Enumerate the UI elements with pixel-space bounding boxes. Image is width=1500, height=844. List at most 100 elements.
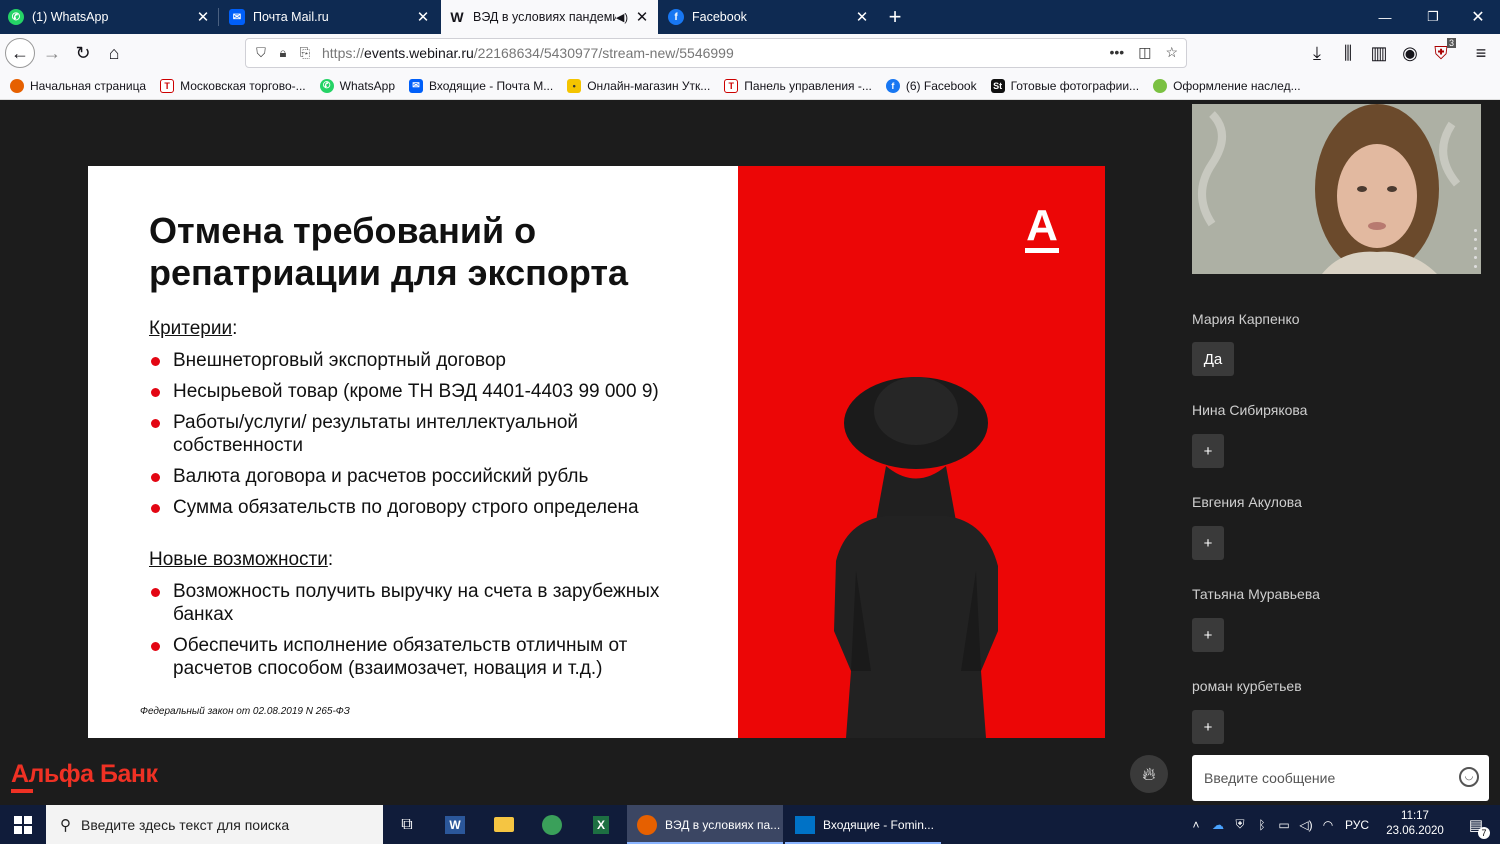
reaction-fire-button[interactable]: 🔥︎ bbox=[1130, 755, 1168, 793]
participant-action-button[interactable]: + bbox=[1192, 710, 1224, 744]
menu-icon[interactable]: ≡ bbox=[1466, 38, 1496, 68]
lock-icon[interactable]: 🔒︎ bbox=[272, 45, 294, 61]
library-icon[interactable]: ⫼ bbox=[1333, 38, 1363, 68]
tab-webinar[interactable]: W ВЭД в условиях пандеми ◀) ✕ bbox=[441, 0, 658, 34]
windows-taskbar: ⚲ Введите здесь текст для поиска ⧉ W X В… bbox=[0, 805, 1500, 844]
bookmark-item[interactable]: • Онлайн-магазин Утк... bbox=[567, 78, 710, 93]
participant-action-button[interactable]: + bbox=[1192, 618, 1224, 652]
battery-icon[interactable]: ▭ bbox=[1273, 818, 1295, 832]
close-icon[interactable]: ✕ bbox=[415, 8, 431, 26]
notifications-icon[interactable]: ▤ 7 bbox=[1452, 805, 1500, 844]
minimize-icon[interactable]: — bbox=[1362, 0, 1408, 34]
firefox-icon bbox=[637, 814, 657, 835]
home-icon[interactable]: ⌂ bbox=[99, 38, 129, 68]
participant-name: Нина Сибирякова bbox=[1192, 402, 1308, 418]
list-item: Валюта договора и расчетов российский ру… bbox=[149, 465, 709, 488]
participant-name: роман курбетьев bbox=[1192, 678, 1302, 694]
defender-icon[interactable]: ⛨ bbox=[1229, 817, 1251, 832]
downloads-icon[interactable]: ⤓ bbox=[1302, 38, 1332, 68]
criteria-heading: Критерии: bbox=[149, 318, 238, 339]
emoji-icon[interactable]: ◡ bbox=[1459, 767, 1479, 787]
whatsapp-icon: ✆ bbox=[8, 9, 24, 25]
utkonos-icon: • bbox=[567, 78, 582, 93]
taskbar-app-firefox[interactable]: ВЭД в условиях па... bbox=[627, 805, 783, 844]
close-icon[interactable]: ✕ bbox=[854, 8, 870, 26]
man-in-hat-illustration bbox=[834, 377, 998, 738]
excel-icon[interactable]: X bbox=[577, 805, 625, 844]
participant-action-button[interactable]: + bbox=[1192, 526, 1224, 560]
ublock-icon[interactable]: ⛨ 3 bbox=[1426, 38, 1456, 68]
participant-name: Мария Карпенко bbox=[1192, 311, 1300, 327]
bookmark-item[interactable]: f (6) Facebook bbox=[885, 78, 977, 93]
language-indicator[interactable]: РУС bbox=[1339, 818, 1375, 832]
chat-message-input[interactable]: Введите сообщение ◡ bbox=[1192, 755, 1489, 801]
speaker-icon[interactable]: ◀) bbox=[616, 11, 628, 24]
account-icon[interactable]: ◉ bbox=[1395, 38, 1425, 68]
list-item: Возможность получить выручку на счета в … bbox=[149, 580, 689, 626]
bookmark-item[interactable]: T Панель управления -... bbox=[724, 78, 872, 93]
tab-whatsapp[interactable]: ✆ (1) WhatsApp ✕ bbox=[0, 0, 219, 34]
fire-icon: 🔥︎ bbox=[1142, 763, 1156, 784]
bluetooth-icon[interactable]: ᛒ bbox=[1251, 818, 1273, 832]
close-icon[interactable]: ✕ bbox=[634, 8, 650, 26]
browser-globe-icon[interactable] bbox=[528, 805, 576, 844]
new-tab-icon[interactable]: + bbox=[885, 4, 905, 30]
bookmark-star-icon[interactable]: ☆ bbox=[1165, 44, 1178, 61]
tab-strip: ✆ (1) WhatsApp ✕ ✉ Почта Mail.ru ✕ W ВЭД… bbox=[0, 0, 1500, 34]
alfa-logo-icon: А bbox=[1025, 204, 1059, 253]
system-tray: ˄ ☁ ⛨ ᛒ ▭ ◁) ◠ РУС bbox=[1185, 805, 1375, 844]
presenter-video[interactable] bbox=[1192, 104, 1481, 274]
sidebar-icon[interactable]: ▥ bbox=[1364, 38, 1394, 68]
list-item: Внешнеторговый экспортный договор bbox=[149, 349, 709, 372]
bookmark-item[interactable]: Начальная страница bbox=[10, 78, 146, 93]
word-icon[interactable]: W bbox=[431, 805, 479, 844]
pocket-icon[interactable]: ◫ bbox=[1138, 44, 1151, 61]
bookmark-item[interactable]: T Московская торгово-... bbox=[160, 78, 306, 93]
bookmark-item[interactable]: ✉ Входящие - Почта М... bbox=[409, 78, 553, 93]
list-item: Сумма обязательств по договору строго оп… bbox=[149, 496, 709, 519]
permissions-icon[interactable]: ⎘ bbox=[294, 45, 316, 61]
mail-icon: ✉ bbox=[409, 78, 423, 93]
tab-facebook[interactable]: f Facebook ✕ bbox=[660, 0, 878, 34]
clock[interactable]: 11:17 23.06.2020 bbox=[1385, 809, 1445, 839]
maximize-icon[interactable]: ❐ bbox=[1410, 0, 1456, 34]
facebook-icon: f bbox=[885, 78, 900, 93]
whatsapp-icon: ✆ bbox=[319, 78, 334, 93]
participant-name: Евгения Акулова bbox=[1192, 494, 1302, 510]
alfa-bank-logo: Альфа Банк bbox=[11, 760, 158, 788]
participant-action-button[interactable]: Да bbox=[1192, 342, 1234, 376]
close-icon[interactable]: ✕ bbox=[195, 8, 211, 26]
volume-icon[interactable]: ◁) bbox=[1295, 818, 1317, 832]
url-text[interactable]: https://events.webinar.ru/22168634/54309… bbox=[322, 45, 734, 61]
opportunities-heading: Новые возможности: bbox=[149, 549, 334, 570]
video-scroll-dots[interactable] bbox=[1474, 229, 1477, 268]
chamber-icon: T bbox=[160, 78, 175, 93]
bookmark-item[interactable]: Оформление наслед... bbox=[1153, 78, 1301, 93]
wifi-icon[interactable]: ◠ bbox=[1317, 818, 1339, 832]
taskbar-app-outlook[interactable]: Входящие - Fomin... bbox=[785, 805, 941, 844]
webinar-icon: W bbox=[450, 9, 464, 25]
windows-start-icon[interactable] bbox=[0, 805, 46, 844]
forward-icon[interactable]: → bbox=[37, 38, 67, 68]
search-icon: ⚲ bbox=[60, 816, 71, 834]
bookmark-item[interactable]: St Готовые фотографии... bbox=[990, 78, 1139, 93]
participant-action-button[interactable]: + bbox=[1192, 434, 1224, 468]
page-actions-icon[interactable]: ••• bbox=[1109, 44, 1124, 61]
url-actions: ••• ◫ ☆ bbox=[1109, 44, 1178, 61]
explorer-icon[interactable] bbox=[480, 805, 528, 844]
slide-title: Отмена требований о репатриации для эксп… bbox=[149, 210, 629, 293]
onedrive-icon[interactable]: ☁ bbox=[1207, 818, 1229, 832]
tab-mail[interactable]: ✉ Почта Mail.ru ✕ bbox=[221, 0, 439, 34]
task-view-icon[interactable]: ⧉ bbox=[383, 805, 431, 844]
back-icon[interactable]: ← bbox=[5, 38, 35, 68]
taskbar-search-input[interactable]: ⚲ Введите здесь текст для поиска bbox=[46, 805, 383, 844]
close-window-icon[interactable]: ✕ bbox=[1455, 0, 1500, 34]
chevron-up-icon[interactable]: ˄ bbox=[1185, 818, 1207, 832]
reload-icon[interactable]: ↻ bbox=[68, 38, 98, 68]
url-bar[interactable]: ⛉ 🔒︎ ⎘ https://events.webinar.ru/2216863… bbox=[245, 38, 1187, 68]
shield-icon[interactable]: ⛉ bbox=[250, 45, 272, 61]
bookmark-item[interactable]: ✆ WhatsApp bbox=[319, 78, 395, 93]
footnote: Федеральный закон от 02.08.2019 N 265-ФЗ bbox=[140, 706, 350, 717]
presentation-slide: Отмена требований о репатриации для эксп… bbox=[88, 166, 1105, 738]
firefox-icon bbox=[10, 78, 24, 93]
